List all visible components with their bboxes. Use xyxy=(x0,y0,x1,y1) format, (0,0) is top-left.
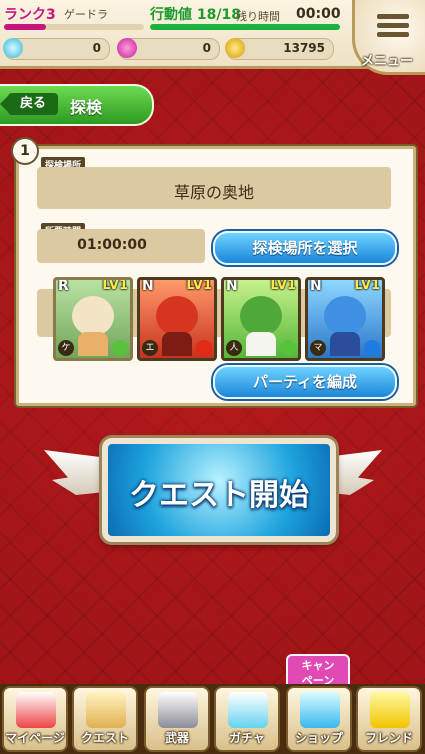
nav-gacha[interactable]: ガチャ xyxy=(214,686,280,752)
player-name: ゲードラ xyxy=(64,8,108,21)
campaign-label-line1: キャン xyxy=(301,659,335,672)
class-tag: エ xyxy=(142,340,158,356)
flag-icon xyxy=(16,692,56,728)
bottom-nav: マイページ クエスト 武器 ガチャ ショップ フレンド xyxy=(0,684,425,754)
level-badge: LV1 xyxy=(186,278,212,293)
header-bar: 戻る 探検 xyxy=(0,84,154,126)
class-tag: 人 xyxy=(226,340,242,356)
rank-value: 3 xyxy=(46,7,56,23)
campaign-badge[interactable]: キャン ペーン xyxy=(286,654,350,688)
select-location-button[interactable]: 探検場所を選択 xyxy=(213,231,397,265)
swords-icon xyxy=(158,692,198,728)
quest-start-area: クエスト開始 xyxy=(44,430,382,542)
rank-display: ランク3 xyxy=(4,4,56,24)
coin-icon xyxy=(225,38,245,58)
quest-start-button[interactable]: クエスト開始 xyxy=(102,438,336,542)
leaf-element-icon xyxy=(280,340,296,356)
slot-number-badge: 1 xyxy=(11,137,39,165)
nav-label: マイページ xyxy=(5,731,65,745)
currency-value: 13795 xyxy=(283,41,325,55)
action-points-bar xyxy=(150,24,340,30)
edit-party-button[interactable]: パーティを編成 xyxy=(213,365,397,399)
currency-value: 0 xyxy=(202,41,211,55)
friend-icon xyxy=(370,692,410,728)
party-member-1[interactable]: R LV1 ケ xyxy=(53,277,133,361)
currency-gem: 0 xyxy=(117,38,220,60)
exploration-panel: 1 探検場所 草原の奥地 所要時間 01:00:00 探検場所を選択 R LV1… xyxy=(11,137,416,406)
fire-element-icon xyxy=(196,340,212,356)
menu-button[interactable]: メニュー xyxy=(352,0,425,75)
nav-label: フレンド xyxy=(364,731,413,745)
action-value: 18/18 xyxy=(196,7,241,23)
gem-icon xyxy=(300,692,340,728)
page-title: 探検 xyxy=(70,98,103,117)
class-tag: ケ xyxy=(58,340,74,356)
nav-label: 武器 xyxy=(164,731,189,745)
currency-coin: 13795 xyxy=(225,38,334,60)
menu-label: メニュー xyxy=(361,54,414,69)
scroll-icon xyxy=(86,692,126,728)
action-label: 行動値 xyxy=(150,7,192,23)
level-badge: LV1 xyxy=(354,278,380,293)
remaining-time-label: 残り時間 xyxy=(236,10,280,23)
nav-label: クエスト xyxy=(80,731,129,745)
rarity-badge: N xyxy=(142,278,154,294)
nav-label: ショップ xyxy=(294,731,343,745)
location-value: 草原の奥地 xyxy=(173,183,254,202)
nav-shop[interactable]: ショップ xyxy=(286,686,352,752)
rarity-badge: N xyxy=(310,278,322,294)
character-portrait xyxy=(324,296,366,336)
party-member-3[interactable]: N LV1 人 xyxy=(221,277,301,361)
party-member-2[interactable]: N LV1 エ xyxy=(137,277,217,361)
currency-value: 0 xyxy=(92,41,101,55)
action-points: 行動値 18/18 xyxy=(150,4,241,24)
remaining-time-value: 00:00 xyxy=(296,6,341,22)
party-member-4[interactable]: N LV1 マ xyxy=(305,277,385,361)
back-button[interactable]: 戻る xyxy=(0,93,58,115)
rarity-badge: N xyxy=(226,278,238,294)
gem-icon xyxy=(117,38,137,58)
time-value: 01:00:00 xyxy=(77,237,147,253)
experience-bar xyxy=(4,24,144,30)
currency-diamond: 0 xyxy=(3,38,110,60)
water-element-icon xyxy=(364,340,380,356)
character-portrait xyxy=(240,296,282,336)
leaf-element-icon xyxy=(112,340,128,356)
hamburger-icon xyxy=(377,10,409,41)
location-field: 草原の奥地 xyxy=(37,167,391,209)
nav-friend[interactable]: フレンド xyxy=(356,686,422,752)
rank-label: ランク xyxy=(4,7,46,23)
nav-quest[interactable]: クエスト xyxy=(72,686,138,752)
nav-mypage[interactable]: マイページ xyxy=(2,686,68,752)
diamond-icon xyxy=(3,38,23,58)
character-portrait xyxy=(72,296,114,336)
level-badge: LV1 xyxy=(270,278,296,293)
character-portrait xyxy=(156,296,198,336)
nav-label: ガチャ xyxy=(229,731,265,745)
quest-start-label: クエスト開始 xyxy=(129,478,309,513)
class-tag: マ xyxy=(310,340,326,356)
level-badge: LV1 xyxy=(102,278,128,293)
time-field: 01:00:00 xyxy=(37,229,205,263)
rarity-badge: R xyxy=(58,278,69,294)
nav-weapons[interactable]: 武器 xyxy=(144,686,210,752)
crystal-icon xyxy=(228,692,268,728)
